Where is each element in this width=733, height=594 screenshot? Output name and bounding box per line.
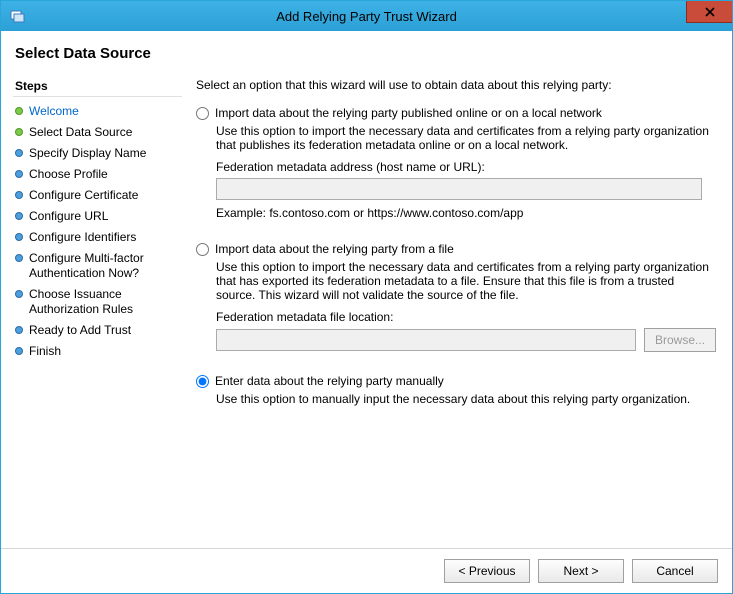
metadata-address-input[interactable] xyxy=(216,178,702,200)
step-label: Finish xyxy=(29,344,61,359)
option-online-group: Import data about the relying party publ… xyxy=(196,106,716,236)
step-item: Choose Profile xyxy=(13,164,182,185)
option-file[interactable]: Import data about the relying party from… xyxy=(196,242,716,256)
option-manual-desc: Use this option to manually input the ne… xyxy=(216,392,716,406)
step-label: Specify Display Name xyxy=(29,146,146,161)
option-manual-group: Enter data about the relying party manua… xyxy=(196,374,716,414)
content-pane: Select an option that this wizard will u… xyxy=(182,72,726,542)
steps-heading: Steps xyxy=(13,76,182,97)
steps-sidebar: Steps Welcome Select Data Source Specify D… xyxy=(7,72,182,542)
step-item: Specify Display Name xyxy=(13,143,182,164)
metadata-address-label: Federation metadata address (host name o… xyxy=(216,160,716,174)
step-bullet-icon xyxy=(15,254,23,262)
intro-text: Select an option that this wizard will u… xyxy=(196,78,716,92)
step-label: Choose Profile xyxy=(29,167,108,182)
browse-button[interactable]: Browse... xyxy=(644,328,716,352)
window-title: Add Relying Party Trust Wizard xyxy=(276,9,457,24)
step-label: Select Data Source xyxy=(29,125,132,140)
previous-button[interactable]: < Previous xyxy=(444,559,530,583)
step-item: Configure Certificate xyxy=(13,185,182,206)
step-item: Choose Issuance Authorization Rules xyxy=(13,284,182,320)
step-bullet-icon xyxy=(15,233,23,241)
option-file-label: Import data about the relying party from… xyxy=(215,242,454,256)
radio-manual[interactable] xyxy=(196,375,209,388)
metadata-file-input[interactable] xyxy=(216,329,636,351)
step-item[interactable]: Welcome xyxy=(13,101,182,122)
step-label: Configure Identifiers xyxy=(29,230,136,245)
step-label: Configure Certificate xyxy=(29,188,138,203)
option-online[interactable]: Import data about the relying party publ… xyxy=(196,106,716,120)
step-bullet-icon xyxy=(15,290,23,298)
cancel-button[interactable]: Cancel xyxy=(632,559,718,583)
step-item: Configure Identifiers xyxy=(13,227,182,248)
titlebar: Add Relying Party Trust Wizard xyxy=(1,1,732,31)
metadata-address-example: Example: fs.contoso.com or https://www.c… xyxy=(216,206,716,220)
step-bullet-icon xyxy=(15,191,23,199)
step-item: Configure URL xyxy=(13,206,182,227)
step-label: Choose Issuance Authorization Rules xyxy=(29,287,178,317)
step-item: Configure Multi-factor Authentication No… xyxy=(13,248,182,284)
step-bullet-icon xyxy=(15,170,23,178)
step-label[interactable]: Welcome xyxy=(29,104,79,119)
option-manual-label: Enter data about the relying party manua… xyxy=(215,374,444,388)
metadata-file-label: Federation metadata file location: xyxy=(216,310,716,324)
step-bullet-icon xyxy=(15,149,23,157)
step-item: Ready to Add Trust xyxy=(13,320,182,341)
wizard-window: Add Relying Party Trust Wizard Select Da… xyxy=(0,0,733,594)
wizard-body: Steps Welcome Select Data Source Specify D… xyxy=(1,72,732,548)
step-label: Configure URL xyxy=(29,209,108,224)
step-label: Configure Multi-factor Authentication No… xyxy=(29,251,178,281)
option-file-desc: Use this option to import the necessary … xyxy=(216,260,716,302)
close-button[interactable] xyxy=(686,1,732,23)
option-file-group: Import data about the relying party from… xyxy=(196,242,716,368)
radio-file[interactable] xyxy=(196,243,209,256)
next-button[interactable]: Next > xyxy=(538,559,624,583)
wizard-footer: < Previous Next > Cancel xyxy=(1,548,732,593)
option-manual[interactable]: Enter data about the relying party manua… xyxy=(196,374,716,388)
step-bullet-icon xyxy=(15,107,23,115)
step-bullet-icon xyxy=(15,326,23,334)
app-icon xyxy=(9,8,25,24)
step-label: Ready to Add Trust xyxy=(29,323,131,338)
step-bullet-icon xyxy=(15,347,23,355)
radio-online[interactable] xyxy=(196,107,209,120)
step-bullet-icon xyxy=(15,128,23,136)
step-item: Finish xyxy=(13,341,182,362)
close-icon xyxy=(705,7,715,17)
step-bullet-icon xyxy=(15,212,23,220)
option-online-desc: Use this option to import the necessary … xyxy=(216,124,716,152)
step-item: Select Data Source xyxy=(13,122,182,143)
option-online-label: Import data about the relying party publ… xyxy=(215,106,602,120)
page-title: Select Data Source xyxy=(1,31,732,72)
